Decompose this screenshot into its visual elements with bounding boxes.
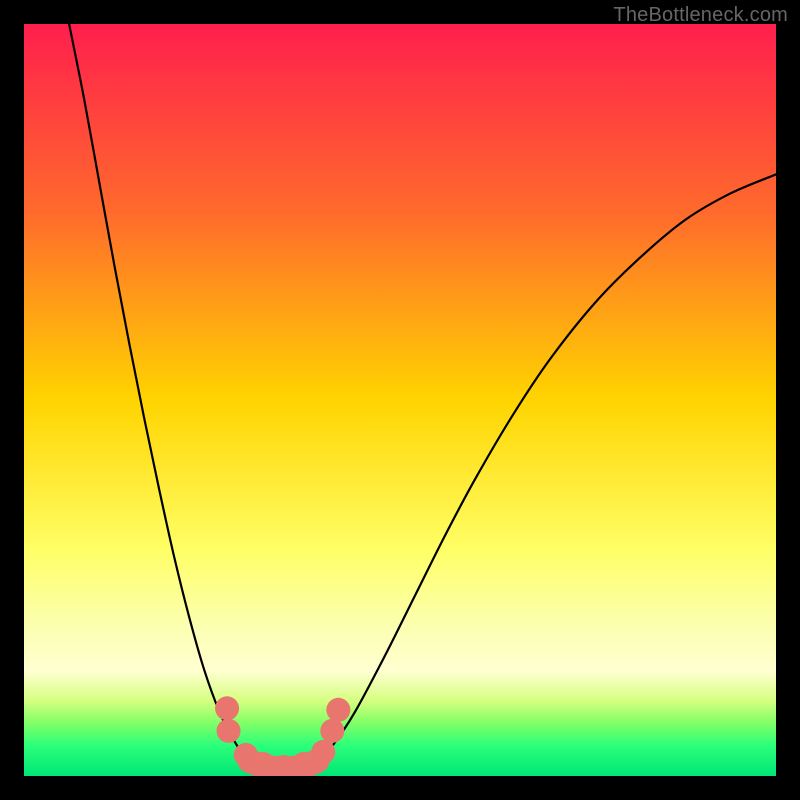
valley-dot bbox=[217, 719, 241, 743]
valley-dot bbox=[251, 752, 275, 776]
valley-dot bbox=[311, 740, 335, 764]
bottleneck-chart bbox=[24, 24, 776, 776]
watermark-text: TheBottleneck.com bbox=[613, 4, 788, 27]
chart-background bbox=[24, 24, 776, 776]
valley-dot bbox=[215, 696, 239, 720]
valley-dot bbox=[320, 719, 344, 743]
valley-dot bbox=[326, 698, 350, 722]
chart-frame bbox=[24, 24, 776, 776]
